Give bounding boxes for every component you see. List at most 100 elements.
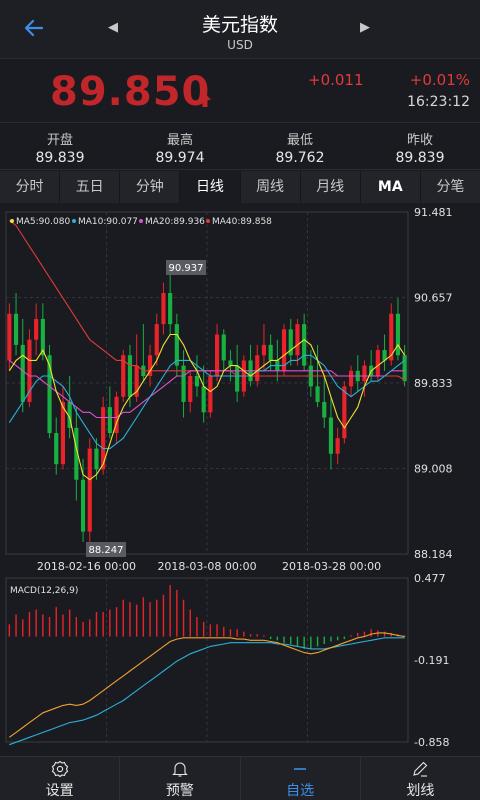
candle-body — [208, 375, 213, 413]
stat-label: 最低 — [286, 133, 313, 148]
candle-body — [362, 365, 367, 382]
candle-body — [107, 407, 112, 434]
next-instrument-button[interactable]: ▶ — [360, 20, 370, 35]
stat-value: 89.839 — [35, 150, 85, 166]
candle-body — [375, 350, 380, 376]
tab-minute[interactable]: 分钟 — [120, 171, 181, 203]
ma-legend-label: MA5:90.080 — [16, 217, 70, 227]
candle-body — [335, 438, 340, 454]
nav-label: 自选 — [286, 783, 315, 799]
candle-body — [228, 360, 233, 366]
tab-ticks[interactable]: 分笔 — [421, 171, 480, 203]
bottom-nav: 设置 预警 自选 划线 — [0, 756, 480, 800]
macd-title: MACD(12,26,9) — [10, 586, 78, 596]
minus-icon — [294, 768, 307, 770]
candle-body — [161, 293, 166, 325]
ma-legend-label: MA40:89.858 — [212, 217, 272, 227]
nav-label: 设置 — [45, 783, 74, 799]
stat-value: 89.762 — [275, 150, 325, 166]
price-y-tick: 88.184 — [414, 548, 453, 561]
candle-body — [87, 448, 92, 532]
stat-label: 开盘 — [46, 133, 73, 148]
price-change: +0.011 — [308, 71, 364, 89]
candle-body — [348, 370, 354, 387]
stat-value: 89.839 — [395, 150, 445, 166]
stat-label: 最高 — [166, 133, 193, 148]
price-y-tick: 89.008 — [414, 463, 453, 476]
quote-time: 16:23:12 — [407, 94, 470, 110]
candle-body — [255, 355, 260, 382]
max-price-label: 90.937 — [169, 263, 204, 274]
nav-settings[interactable]: 设置 — [0, 757, 121, 800]
candle-body — [188, 375, 193, 402]
ma-legend-label: MA20:89.936 — [145, 217, 205, 227]
page-subtitle: USD — [227, 38, 253, 52]
price-change-percent: +0.01% — [409, 71, 470, 89]
current-price: 89.850 — [50, 69, 211, 115]
x-axis-label: 2018-03-28 00:00 — [282, 560, 381, 573]
candle-body — [174, 324, 179, 366]
nav-label: 划线 — [406, 783, 435, 799]
candle-body — [7, 313, 12, 361]
candle-body — [328, 417, 334, 454]
x-axis-label: 2018-02-16 00:00 — [37, 560, 136, 573]
candle-body — [221, 334, 226, 361]
candle-body — [34, 318, 39, 340]
candle-body — [194, 375, 200, 387]
candle-body — [54, 433, 59, 465]
candle-body — [268, 344, 273, 361]
candle-body — [20, 344, 25, 402]
candle-body — [342, 386, 347, 439]
candle-body — [94, 448, 99, 470]
nav-draw-line[interactable]: 划线 — [361, 757, 480, 800]
ma-legend-dot — [206, 219, 210, 223]
stat-low: 最低 89.762 — [240, 123, 360, 169]
stat-high: 最高 89.974 — [120, 123, 240, 169]
stat-open: 开盘 89.839 — [0, 123, 120, 169]
nav-label: 预警 — [165, 783, 194, 799]
tab-five-day[interactable]: 五日 — [60, 171, 121, 203]
kline-chart[interactable]: 91.481 90.657 89.833 89.008 88.184 0.477 -0.19… — [0, 204, 480, 756]
candle-body — [395, 313, 401, 356]
tab-weekly[interactable]: 周线 — [241, 171, 301, 203]
macd-y-tick: -0.191 — [414, 654, 449, 667]
macd-y-tick: 0.477 — [414, 572, 446, 585]
macd-y-tick: -0.858 — [414, 736, 449, 749]
price-y-tick: 91.481 — [414, 206, 453, 219]
candle-body — [154, 324, 159, 356]
candle-body — [402, 355, 407, 382]
candle-body — [127, 355, 133, 397]
bell-icon — [172, 762, 188, 777]
ma-legend-dot — [72, 219, 76, 223]
pen-icon — [413, 761, 428, 777]
candle-body — [201, 386, 206, 413]
ma-legend-dot — [139, 219, 143, 223]
candle-body — [60, 401, 66, 465]
quote-panel: 89.850 +0.011 +0.01% 16:23:12 — [0, 58, 480, 122]
stats-row: 开盘 89.839 最高 89.974 最低 89.762 昨收 89.839 — [0, 122, 480, 170]
tab-daily[interactable]: 日线 — [180, 171, 241, 203]
stat-prev-close: 昨收 89.839 — [360, 123, 480, 169]
ma-legend-dot — [10, 219, 14, 223]
candle-body — [13, 313, 19, 345]
candle-body — [235, 365, 240, 392]
tab-monthly[interactable]: 月线 — [301, 171, 361, 203]
candle-body — [322, 401, 327, 418]
nav-alert[interactable]: 预警 — [120, 757, 241, 800]
up-arrow-icon — [199, 93, 211, 107]
candle-body — [27, 339, 32, 402]
tab-time-share[interactable]: 分时 — [0, 171, 61, 203]
settings-icon — [51, 760, 68, 778]
macd-dif-line — [8, 632, 405, 738]
candle-body — [295, 324, 300, 356]
price-y-tick: 89.833 — [414, 377, 453, 390]
stat-value: 89.974 — [155, 150, 205, 166]
min-price-label: 88.247 — [89, 545, 124, 556]
candle-body — [261, 344, 267, 356]
ma-legend-label: MA10:90.077 — [78, 217, 138, 227]
nav-watchlist[interactable]: 自选 — [241, 757, 361, 800]
candle-body — [302, 324, 307, 366]
period-tabs: 分时 五日 分钟 日线 周线 月线 MA 分笔 — [0, 171, 480, 203]
tab-ma[interactable]: MA — [361, 171, 421, 203]
price-y-tick: 90.657 — [414, 291, 453, 304]
